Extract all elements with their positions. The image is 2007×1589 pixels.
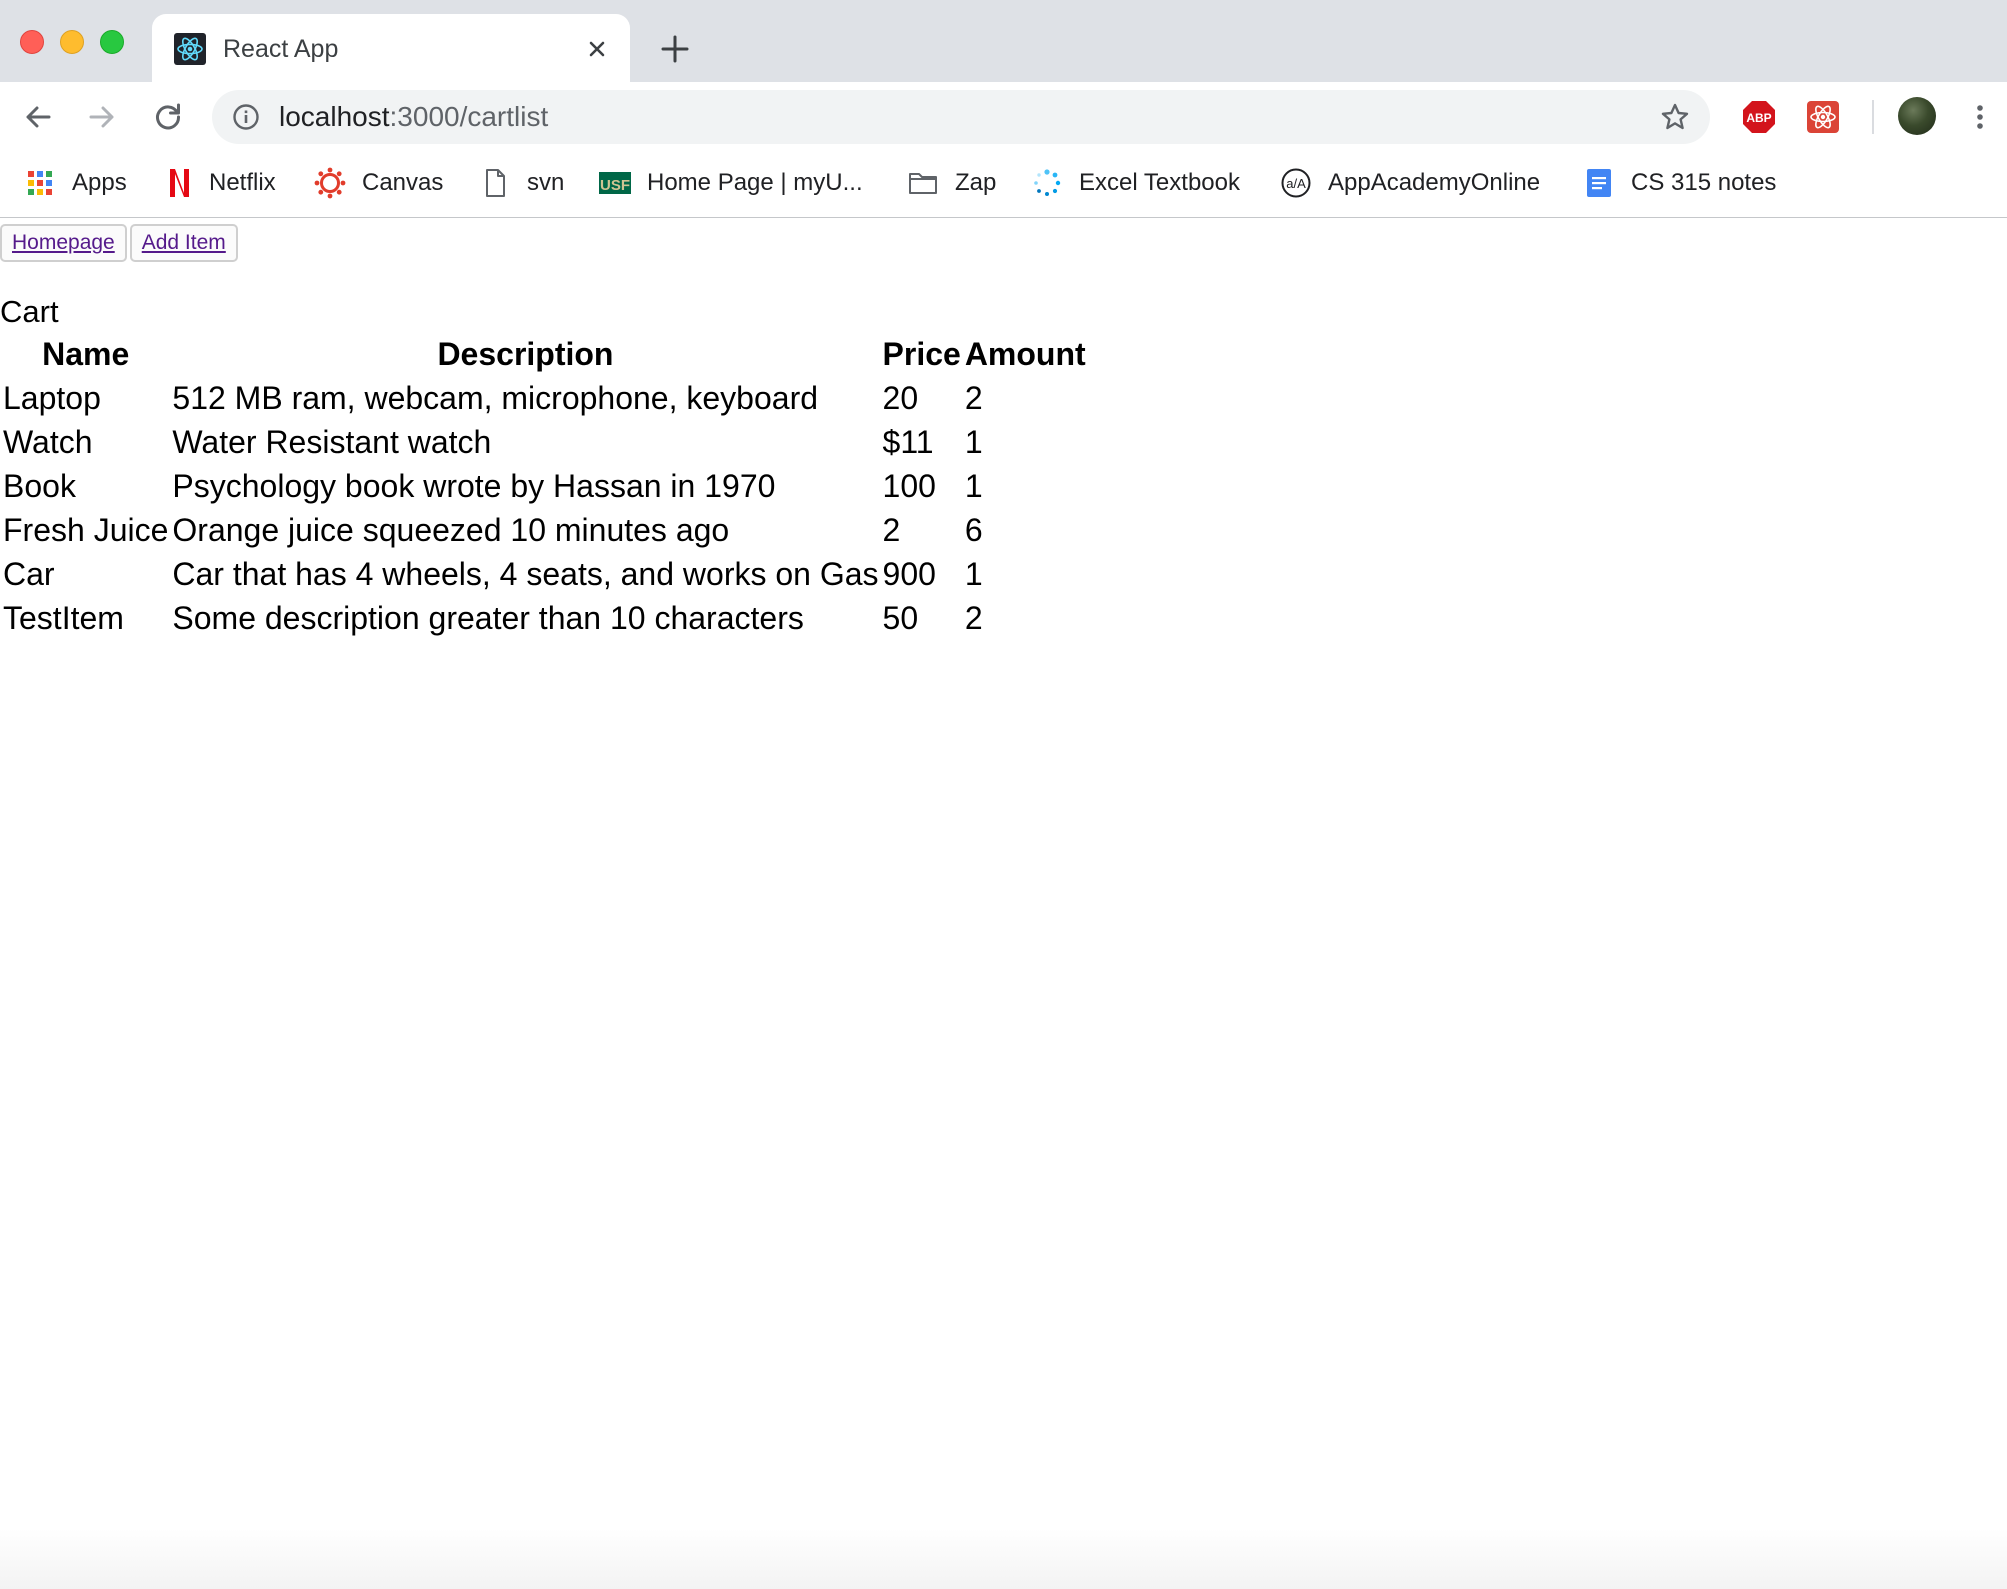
page-nav: Homepage Add Item xyxy=(0,224,241,262)
bookmark-home-page[interactable]: USF Home Page | myU... xyxy=(599,161,863,205)
cell-name: Laptop xyxy=(3,380,101,416)
cart-table: Name Description Price Amount Laptop 512… xyxy=(0,331,1089,641)
close-tab-icon[interactable] xyxy=(582,34,612,64)
table-row: Watch Water Resistant watch $11 1 xyxy=(2,421,1087,463)
add-item-button[interactable]: Add Item xyxy=(129,224,238,262)
bookmark-label: Home Page | myU... xyxy=(647,169,863,196)
cell-price: 2 xyxy=(882,512,901,548)
cell-price: $11 xyxy=(882,424,934,460)
cell-price: 20 xyxy=(882,380,919,416)
bookmark-label: CS 315 notes xyxy=(1631,169,1777,196)
window-minimize-button[interactable] xyxy=(60,30,84,54)
active-tab[interactable]: React App xyxy=(152,14,630,82)
homepage-button[interactable]: Homepage xyxy=(0,224,127,262)
bookmark-label: Excel Textbook xyxy=(1079,169,1240,196)
column-header-amount: Amount xyxy=(964,336,1086,372)
cell-name: Watch xyxy=(3,424,93,460)
page-content: Homepage Add Item Cart Name Description … xyxy=(0,218,2007,1589)
cell-description: 512 MB ram, webcam, microphone, keyboard xyxy=(172,380,819,416)
react-devtools-icon[interactable] xyxy=(1805,99,1841,135)
abp-label: ABP xyxy=(1746,111,1771,125)
cell-price: 50 xyxy=(882,600,919,636)
table-row: Car Car that has 4 wheels, 4 seats, and … xyxy=(2,553,1087,595)
info-icon[interactable] xyxy=(232,103,260,131)
table-header-row: Name Description Price Amount xyxy=(2,333,1087,375)
new-tab-icon[interactable] xyxy=(658,32,692,66)
cell-amount: 1 xyxy=(964,468,983,504)
bookmark-label: Canvas xyxy=(362,169,444,196)
adblock-plus-icon[interactable]: ABP xyxy=(1741,99,1777,135)
table-row: Laptop 512 MB ram, webcam, microphone, k… xyxy=(2,377,1087,419)
cart-heading: Cart xyxy=(0,294,59,329)
bookmark-label: svn xyxy=(527,169,565,196)
bookmark-appacademyonline[interactable]: a/A AppAcademyOnline xyxy=(1280,161,1540,205)
cell-price: 100 xyxy=(882,468,936,504)
spinner-icon xyxy=(1031,167,1063,199)
window-zoom-button[interactable] xyxy=(100,30,124,54)
tab-strip: React App xyxy=(0,0,2007,82)
bookmark-zap[interactable]: Zap xyxy=(907,161,996,205)
bookmark-label: Apps xyxy=(72,169,127,196)
bookmark-cs-315-notes[interactable]: CS 315 notes xyxy=(1583,161,1776,205)
address-bar[interactable]: localhost:3000/cartlist xyxy=(212,90,1710,144)
bookmark-apps[interactable]: Apps xyxy=(24,161,127,205)
bookmark-star-icon[interactable] xyxy=(1660,102,1690,132)
cell-price: 900 xyxy=(882,556,936,592)
appacademy-icon: a/A xyxy=(1280,167,1312,199)
column-header-name: Name xyxy=(42,336,130,372)
document-icon xyxy=(479,167,511,199)
bookmark-label: Zap xyxy=(955,169,997,196)
netflix-icon xyxy=(161,167,193,199)
profile-avatar[interactable] xyxy=(1898,97,1936,135)
canvas-icon xyxy=(314,167,346,199)
tab-title: React App xyxy=(223,35,339,63)
column-header-price: Price xyxy=(882,336,961,372)
cell-name: Fresh Juice xyxy=(3,512,169,548)
back-arrow-icon[interactable] xyxy=(20,99,56,135)
url-host: localhost xyxy=(279,101,390,132)
apps-grid-icon xyxy=(24,167,56,199)
bookmark-excel-textbook[interactable]: Excel Textbook xyxy=(1031,161,1240,205)
cell-amount: 1 xyxy=(964,556,983,592)
cell-description: Some description greater than 10 charact… xyxy=(172,600,804,636)
toolbar-divider xyxy=(1872,100,1874,134)
forward-arrow-icon[interactable] xyxy=(84,99,120,135)
bottom-shade xyxy=(0,1529,2007,1589)
cell-amount: 1 xyxy=(964,424,983,460)
table-row: TestItem Some description greater than 1… xyxy=(2,597,1087,639)
column-header-description: Description xyxy=(437,336,614,372)
url-path: :3000/cartlist xyxy=(389,101,549,132)
window-close-button[interactable] xyxy=(20,30,44,54)
bookmark-label: AppAcademyOnline xyxy=(1328,169,1541,196)
cell-amount: 2 xyxy=(964,380,983,416)
url-text: localhost:3000/cartlist xyxy=(279,90,548,144)
cell-name: Book xyxy=(3,468,76,504)
cell-description: Orange juice squeezed 10 minutes ago xyxy=(172,512,730,548)
cell-description: Psychology book wrote by Hassan in 1970 xyxy=(172,468,776,504)
bookmark-svn[interactable]: svn xyxy=(479,161,564,205)
cell-name: Car xyxy=(3,556,55,592)
more-menu-icon[interactable] xyxy=(1970,99,1990,135)
bookmark-netflix[interactable]: Netflix xyxy=(161,161,276,205)
bookmark-canvas[interactable]: Canvas xyxy=(314,161,443,205)
google-docs-icon xyxy=(1583,167,1615,199)
cell-description: Car that has 4 wheels, 4 seats, and work… xyxy=(172,556,879,592)
svg-text:USF: USF xyxy=(600,177,630,194)
usf-icon: USF xyxy=(599,167,631,199)
table-row: Fresh Juice Orange juice squeezed 10 min… xyxy=(2,509,1087,551)
react-icon xyxy=(174,33,206,65)
bookmarks-bar: Apps Netflix Canvas svn USF Home Page | … xyxy=(0,152,2007,218)
cell-amount: 6 xyxy=(964,512,983,548)
cell-name: TestItem xyxy=(3,600,124,636)
cell-amount: 2 xyxy=(964,600,983,636)
table-row: Book Psychology book wrote by Hassan in … xyxy=(2,465,1087,507)
cell-description: Water Resistant watch xyxy=(172,424,492,460)
svg-text:a/A: a/A xyxy=(1286,176,1306,191)
reload-icon[interactable] xyxy=(150,99,186,135)
folder-icon xyxy=(907,167,939,199)
bookmark-label: Netflix xyxy=(209,169,276,196)
browser-toolbar: localhost:3000/cartlist ABP xyxy=(0,82,2007,152)
